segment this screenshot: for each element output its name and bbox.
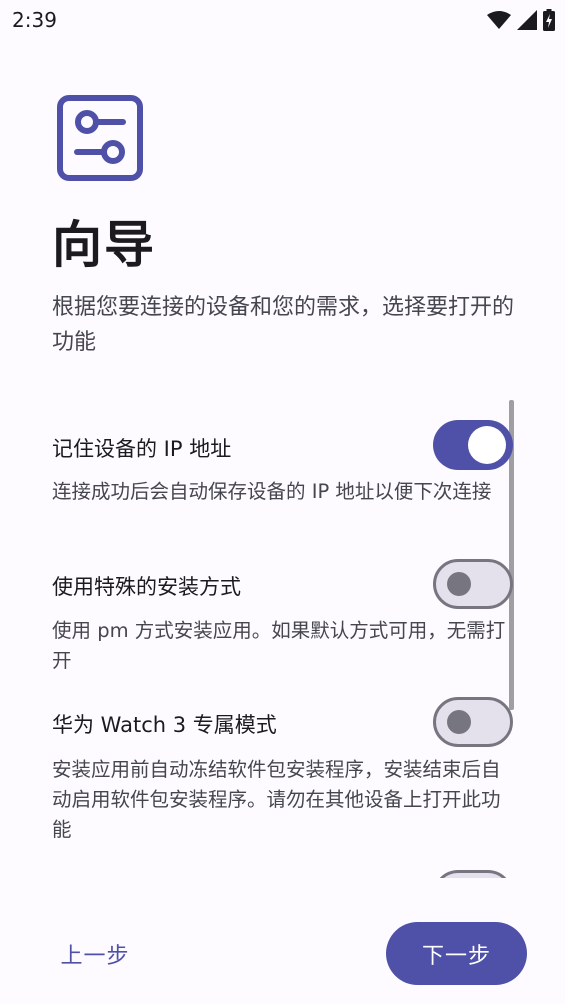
setting-description: 连接成功后会自动保存设备的 IP 地址以便下次连接	[52, 480, 492, 503]
switch-thumb	[447, 572, 471, 596]
status-icons	[487, 9, 555, 31]
setting-title: 使用特殊的安装方式	[52, 575, 241, 599]
switch-thumb	[468, 426, 506, 464]
page-title: 向导	[52, 216, 156, 274]
wizard-screen: 2:39 向导 根据您要连接的设备和您的需求，选择要打开的功能 记住设备的 IP…	[0, 0, 565, 1004]
switch-thumb	[447, 710, 471, 734]
setting-title: 华为 Watch 3 专属模式	[52, 713, 277, 737]
sliders-settings-icon	[57, 95, 143, 181]
setting-title: 记住设备的 IP 地址	[52, 437, 232, 461]
setting-description: 安装应用前自动冻结软件包安装程序，安装结束后自动启用软件包安装程序。请勿在其他设…	[52, 758, 501, 841]
toggle-switch-special-install[interactable]	[433, 559, 513, 609]
prev-step-button[interactable]: 上一步	[40, 926, 150, 982]
next-step-button[interactable]: 下一步	[386, 922, 527, 985]
toggle-switch-remember-ip[interactable]	[433, 420, 513, 470]
status-bar: 2:39	[0, 0, 565, 40]
page-description: 根据您要连接的设备和您的需求，选择要打开的功能	[52, 295, 515, 355]
toggle-switch-next-partial[interactable]	[433, 870, 513, 878]
battery-charging-icon	[543, 9, 555, 31]
setting-description: 使用 pm 方式安装应用。如果默认方式可用，无需打开	[52, 619, 506, 672]
settings-list[interactable]: 记住设备的 IP 地址 连接成功后会自动保存设备的 IP 地址以便下次连接 使用…	[0, 400, 565, 878]
toggle-switch-huawei-watch-mode[interactable]	[433, 697, 513, 747]
wifi-icon	[487, 11, 511, 29]
status-time: 2:39	[12, 8, 57, 32]
cellular-signal-icon	[517, 10, 537, 30]
